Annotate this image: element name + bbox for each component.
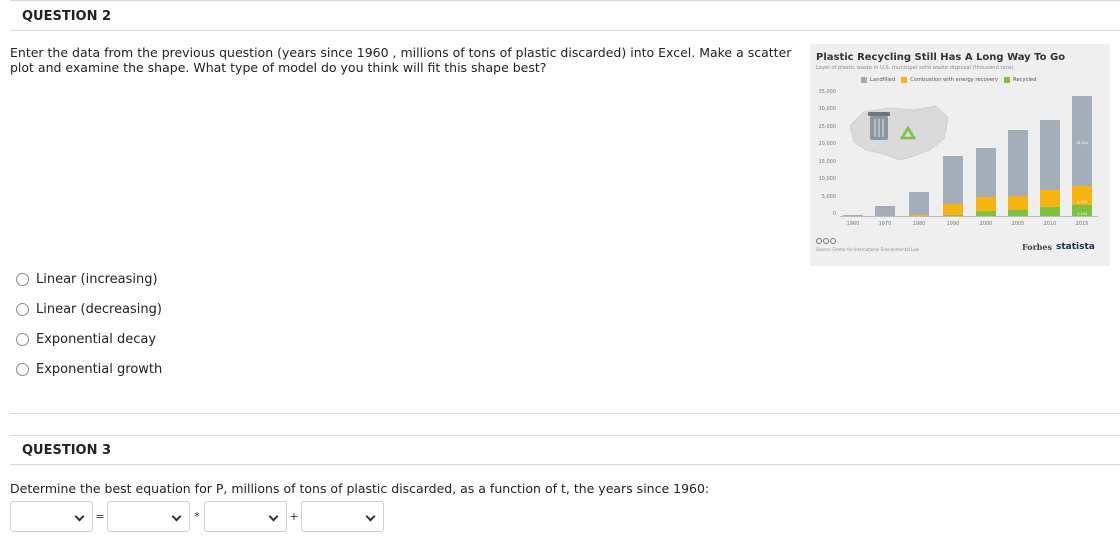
option-linear-decreasing[interactable]: Linear (decreasing) <box>16 294 162 324</box>
bar-1980-landfilled <box>909 192 929 216</box>
value-label-2015-recycled: 3,140 <box>1076 212 1088 216</box>
question-3-top-divider <box>10 435 1120 436</box>
option-linear-increasing[interactable]: Linear (increasing) <box>16 264 162 294</box>
question-2-text: Enter the data from the previous questio… <box>10 45 792 75</box>
y-tick: 15,000 <box>818 159 837 165</box>
x-tick: 2010 <box>1043 221 1057 227</box>
x-tick: 1990 <box>946 221 960 227</box>
infographic-subtitle: Level of plastic waste in U.S. municipal… <box>816 65 1014 71</box>
chevron-down-icon <box>268 511 279 522</box>
bar-1990-combustion <box>943 204 963 215</box>
equation-select-1[interactable] <box>10 501 93 532</box>
x-axis-line <box>840 216 1098 217</box>
question-3-header-divider <box>10 464 1120 465</box>
bar-2010-recycled <box>1040 207 1060 216</box>
equation-select-3[interactable] <box>204 501 287 532</box>
value-label-2015-landfilled: 26,010 <box>1075 141 1089 145</box>
bar-2010-landfilled <box>1040 120 1060 191</box>
y-tick: 25,000 <box>818 124 837 130</box>
multiply-sign: * <box>194 510 200 523</box>
question-3-header: QUESTION 3 <box>22 443 112 458</box>
option-label: Exponential growth <box>36 361 163 377</box>
option-label: Linear (increasing) <box>36 271 158 287</box>
radio-button[interactable] <box>16 332 29 346</box>
bar-1990-landfilled <box>943 156 963 205</box>
equation-builder: = * + <box>10 501 384 532</box>
plus-sign: + <box>289 510 299 523</box>
option-label: Linear (decreasing) <box>36 301 162 317</box>
bar-2005-landfilled <box>1008 129 1028 196</box>
x-tick: 1960 <box>846 221 860 227</box>
equation-select-4[interactable] <box>301 501 384 532</box>
legend-swatch-recycled <box>1004 77 1011 83</box>
option-label: Exponential decay <box>36 331 157 347</box>
question-2-bottom-divider <box>10 413 1120 414</box>
top-divider <box>10 0 1120 1</box>
question-2-options: Linear (increasing) Linear (decreasing) … <box>16 264 162 384</box>
forbes-logo: Forbes <box>1022 242 1052 252</box>
legend-label-recycled: Recycled <box>1013 77 1037 83</box>
option-exponential-decay[interactable]: Exponential decay <box>16 324 162 354</box>
value-label-2015-combustion: 5,350 <box>1076 200 1088 204</box>
legend-swatch-landfilled <box>861 77 867 83</box>
legend-label-combustion: Combustion with energy recovery <box>910 77 999 83</box>
infographic-legend: Landfilled Combustion with energy recove… <box>855 77 1036 83</box>
y-tick: 10,000 <box>818 176 837 182</box>
legend-label-landfilled: Landfilled <box>870 77 896 83</box>
y-tick: 5,000 <box>821 194 836 200</box>
x-tick: 2000 <box>979 221 993 227</box>
bar-2000-combustion <box>976 196 996 211</box>
recycle-map-illustration <box>849 105 949 161</box>
y-tick: 20,000 <box>818 141 837 147</box>
question-2-header: QUESTION 2 <box>22 9 112 24</box>
statista-logo: statista <box>1056 242 1095 252</box>
bar-1970-landfilled <box>875 205 895 216</box>
x-tick: 2015 <box>1075 221 1089 227</box>
bar-2010-combustion <box>1040 190 1060 208</box>
legend-swatch-combustion <box>901 77 908 83</box>
infographic-title: Plastic Recycling Still Has A Long Way T… <box>816 52 1066 63</box>
y-tick: 30,000 <box>818 106 837 112</box>
chevron-down-icon <box>74 511 85 522</box>
x-tick: 1970 <box>878 221 892 227</box>
question-2-header-divider <box>10 30 1120 31</box>
equals-sign: = <box>95 510 105 523</box>
chevron-down-icon <box>171 511 182 522</box>
radio-button[interactable] <box>16 272 29 286</box>
chevron-down-icon <box>365 511 376 522</box>
y-tick: 0 <box>832 211 836 217</box>
option-exponential-growth[interactable]: Exponential growth <box>16 354 162 384</box>
x-tick: 2005 <box>1011 221 1025 227</box>
y-tick: 35,000 <box>818 89 837 95</box>
radio-button[interactable] <box>16 362 29 376</box>
creative-commons-icon <box>816 238 837 244</box>
x-tick: 1980 <box>912 221 926 227</box>
infographic-source: Source: Center for International Environ… <box>816 247 919 252</box>
radio-button[interactable] <box>16 302 29 316</box>
plastic-recycling-infographic: Plastic Recycling Still Has A Long Way T… <box>810 44 1110 266</box>
question-3-text: Determine the best equation for P, milli… <box>10 481 710 496</box>
bar-2000-landfilled <box>976 147 996 197</box>
equation-select-2[interactable] <box>107 501 190 532</box>
bar-2005-combustion <box>1008 195 1028 210</box>
